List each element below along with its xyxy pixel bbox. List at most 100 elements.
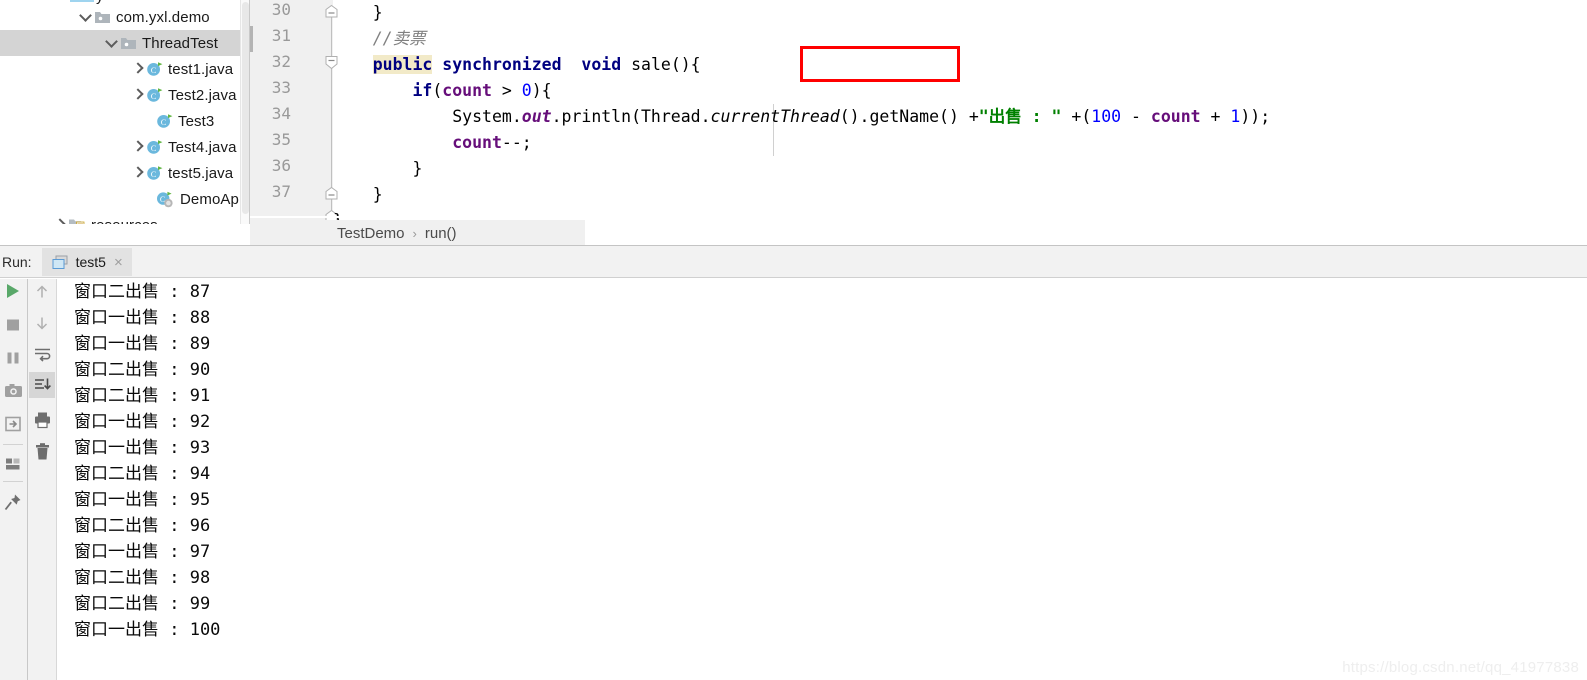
red-highlight-box [800,46,960,82]
run-tab-test5[interactable]: test5 × [41,248,132,276]
literal-zero: 0 [521,81,532,100]
tree-item-resources[interactable]: resources [0,212,250,224]
screenshot-button[interactable] [0,378,26,404]
run-tab-bar: Run: test5 × [0,246,1587,278]
top-section: y com.yxl.demo ThreadTest [0,0,1587,246]
line-number: 37 [271,182,291,201]
code-text[interactable]: } //卖票 public synchronized void sale(){ … [333,0,1587,220]
export-button[interactable] [0,411,26,437]
console-output-area[interactable]: 窗口二出售 : 87 窗口一出售 : 88 窗口一出售 : 89 窗口二出售 :… [57,279,1587,680]
tree-item-threadtest[interactable]: ThreadTest [0,30,250,56]
scroll-to-end-button[interactable] [29,372,55,398]
field-count: count [442,81,492,100]
tree-item-test2-java[interactable]: C Test2.java [0,82,250,108]
project-tree-panel[interactable]: y com.yxl.demo ThreadTest [0,0,250,224]
code-line-30: } [333,3,383,22]
scroll-down-button[interactable] [29,310,55,336]
code-comment: //卖票 [372,29,426,48]
pin-button[interactable] [0,489,26,515]
layout-button[interactable] [0,451,26,477]
layout-icon [6,458,20,470]
stop-square-icon [7,319,19,331]
chevron-down-icon[interactable] [104,35,120,51]
soft-wrap-icon [34,348,50,362]
run-configuration-icon [52,255,68,269]
chevron-right-icon[interactable] [130,61,146,77]
method-currentthread: currentThread [710,107,840,126]
console-line: 窗口一出售 : 93 [74,438,211,458]
string-literal: "出售 : " [978,107,1062,126]
tree-item-test4-java[interactable]: C Test4.java [0,134,250,160]
code-line-32: public synchronized void sale(){ [333,52,701,78]
svg-text:C: C [161,118,167,127]
method-println: println [561,107,632,126]
scrollbar-thumb[interactable] [242,2,249,214]
java-class-icon: C [147,140,163,154]
svg-text:C: C [151,66,157,75]
package-folder-icon [95,11,110,23]
arrow-down-icon [36,317,48,330]
tree-item-label: resources [91,217,158,225]
chevron-right-icon[interactable] [52,217,68,224]
pause-button[interactable] [0,345,26,371]
tree-item-test1-java[interactable]: C test1.java [0,56,250,82]
toolbar-separator [3,481,23,482]
tree-item-label: com.yxl.demo [116,8,210,26]
console-line: 窗口一出售 : 92 [74,412,211,432]
chevron-right-icon[interactable] [130,139,146,155]
console-line: 窗口一出售 : 88 [74,308,211,328]
tree-item-label: ThreadTest [142,34,219,52]
field-count: count [1150,107,1201,126]
kw-public: public [372,55,433,74]
chevron-down-icon[interactable] [78,9,94,25]
stop-button[interactable] [0,312,26,338]
tree-item-demoapplication[interactable]: C DemoApplic [0,186,250,212]
console-line: 窗口一出售 : 89 [74,334,211,354]
tree-item-label: Test2.java [168,86,237,104]
editor-fold-strip[interactable] [297,0,338,220]
trash-icon [35,443,49,460]
editor-gutter[interactable]: 30 31 32 33 34 35 36 37 [250,0,297,220]
camera-icon [4,384,22,397]
code-line-34: System.out.println(Thread.currentThread(… [452,107,1271,126]
svg-text:C: C [151,92,157,101]
breadcrumb-item-run[interactable]: run() [425,225,457,242]
clear-all-button[interactable] [29,439,55,465]
code-line-36: } [333,159,423,178]
idea-window: y com.yxl.demo ThreadTest [0,0,1587,680]
console-line: 窗口一出售 : 95 [74,490,211,510]
chevron-right-icon[interactable] [130,165,146,181]
tree-item-test3[interactable]: C Test3 [0,108,250,134]
export-arrow-icon [5,416,21,432]
class-system: System [452,107,512,126]
chevron-right-icon[interactable] [130,87,146,103]
fold-region-line [331,14,332,210]
rerun-button[interactable] [0,279,26,305]
line-number: 35 [271,130,291,149]
soft-wrap-button[interactable] [29,341,55,367]
tree-item-label: Test3 [178,112,215,130]
editor-bottom-shade [250,216,1587,218]
console-line: 窗口二出售 : 98 [74,568,211,588]
editor-area[interactable]: 30 31 32 33 34 35 36 37} //卖票 public sy… [250,0,1587,220]
line-number: 30 [271,0,291,19]
console-line: 窗口二出售 : 94 [74,464,211,484]
tree-item-com-yxl-demo[interactable]: com.yxl.demo [0,4,250,30]
play-icon [7,284,19,298]
resources-folder-icon [69,219,85,224]
literal-1: 1 [1230,107,1241,126]
tree-item-label: Test4.java [168,138,237,156]
line-number: 31 [271,26,291,45]
print-button[interactable] [29,407,55,433]
tree-item-label: test5.java [168,164,234,182]
code-line-33: if(count > 0){ [412,81,552,100]
breadcrumb-right-blank [585,220,1587,246]
watermark: https://blog.csdn.net/qq_41977838 [1342,659,1579,676]
tree-item-test5-java[interactable]: C test5.java [0,160,250,186]
code-line-31: //卖票 [333,26,426,52]
breadcrumb-item-testdemo[interactable]: TestDemo [337,225,405,242]
console-line: 窗口一出售 : 100 [74,620,221,640]
scroll-up-button[interactable] [29,279,55,305]
run-tab-label: test5 [75,254,106,270]
close-icon[interactable]: × [113,255,124,270]
